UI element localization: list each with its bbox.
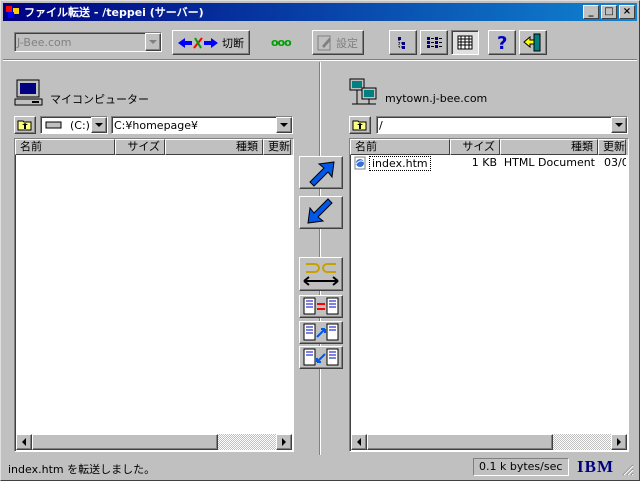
local-scroll-right-button[interactable]	[276, 434, 292, 450]
local-col-size[interactable]: サイズ	[115, 139, 165, 155]
mirror-download-icon	[303, 348, 339, 366]
tree-view-button[interactable]	[389, 30, 417, 55]
mirror-both-button[interactable]	[299, 295, 343, 318]
tree-view-icon	[398, 37, 405, 49]
file-size: 1 KB	[471, 156, 497, 169]
settings-label: 設定	[336, 36, 358, 50]
remote-path-arrow[interactable]	[611, 117, 627, 133]
mirror-upload-icon	[303, 323, 339, 341]
upload-button[interactable]	[299, 156, 343, 189]
local-drive-value: (C:)	[70, 118, 90, 132]
local-hscrollbar[interactable]	[16, 434, 292, 450]
mirror-download-button[interactable]	[299, 346, 343, 369]
help-button[interactable]: ?	[488, 30, 516, 55]
local-drive-combo[interactable]: (C:)	[40, 116, 108, 134]
download-arrow-icon	[307, 198, 333, 224]
list-view-icon	[427, 37, 442, 48]
right-arrow-icon	[617, 438, 621, 446]
sync-compare-button[interactable]	[299, 257, 343, 291]
remote-col-name[interactable]: 名前	[350, 139, 450, 155]
remote-hscrollbar[interactable]	[351, 434, 627, 450]
local-col-name[interactable]: 名前	[15, 139, 115, 155]
file-type: HTML Document	[503, 156, 595, 169]
connection-status-dots: ooo	[271, 36, 292, 49]
remote-col-type[interactable]: 種類	[500, 139, 598, 155]
list-view-button[interactable]	[420, 30, 448, 55]
remote-file-list[interactable]: 名前 サイズ 種類 更新 index.htm 1 KB HTML Documen…	[349, 138, 629, 452]
status-message: index.htm を転送しました。	[8, 463, 156, 476]
remote-scroll-right-button[interactable]	[611, 434, 627, 450]
local-scroll-thumb[interactable]	[32, 434, 218, 450]
remote-col-date[interactable]: 更新	[598, 139, 626, 155]
html-file-icon	[354, 156, 366, 170]
network-computer-icon	[349, 78, 377, 105]
maximize-button[interactable]: □	[601, 5, 617, 19]
remote-up-folder-button[interactable]	[349, 116, 371, 134]
sync-compare-icon	[303, 263, 339, 286]
file-name: index.htm	[369, 155, 431, 171]
local-up-folder-button[interactable]	[14, 116, 36, 134]
local-title: マイコンピューター	[50, 93, 149, 106]
mirror-both-icon	[303, 297, 339, 315]
local-path-combo[interactable]: C:¥homepage¥	[111, 116, 293, 134]
toolbar-divider	[3, 59, 637, 61]
local-drive-arrow[interactable]	[91, 117, 107, 133]
local-file-list[interactable]: 名前 サイズ 種類 更新	[14, 138, 294, 452]
remote-col-size[interactable]: サイズ	[450, 139, 500, 155]
mirror-upload-button[interactable]	[299, 321, 343, 344]
download-button[interactable]	[299, 196, 343, 229]
up-folder-icon	[352, 120, 367, 131]
resize-grip-icon[interactable]	[622, 464, 634, 476]
exit-button[interactable]	[519, 30, 547, 55]
transfer-speed-value: 0.1 k bytes/sec	[479, 460, 563, 473]
exit-door-icon	[523, 33, 541, 52]
local-scroll-track[interactable]	[218, 434, 276, 450]
site-combo[interactable]: J-Bee.com	[14, 32, 162, 52]
up-folder-icon	[17, 120, 32, 131]
remote-path-combo[interactable]: /	[376, 116, 628, 134]
ibm-logo: IBM	[577, 457, 614, 476]
remote-scroll-left-button[interactable]	[351, 434, 367, 450]
left-arrow-icon	[357, 438, 361, 446]
close-button[interactable]: ×	[619, 5, 635, 19]
transfer-speed: 0.1 k bytes/sec	[473, 458, 569, 476]
left-arrow-icon	[22, 438, 26, 446]
disconnect-icon	[178, 36, 218, 49]
details-view-icon	[457, 35, 473, 50]
local-scroll-left-button[interactable]	[16, 434, 32, 450]
help-icon: ?	[497, 33, 507, 54]
disconnect-button[interactable]: 切断	[172, 30, 250, 55]
details-view-button[interactable]	[451, 30, 479, 55]
minimize-button[interactable]: _	[583, 5, 599, 19]
file-date: 03/0	[604, 156, 626, 169]
remote-title: mytown.j-bee.com	[385, 92, 488, 105]
svg-text:?: ?	[497, 33, 507, 54]
settings-icon	[317, 35, 331, 50]
disconnect-label: 切断	[222, 36, 244, 50]
local-path-value: C:¥homepage¥	[114, 118, 199, 132]
site-combo-value: J-Bee.com	[17, 35, 72, 49]
remote-path-value: /	[379, 118, 383, 132]
remote-list-header: 名前 サイズ 種類 更新	[350, 139, 628, 155]
drive-icon	[45, 121, 62, 129]
file-name-cell[interactable]: index.htm	[350, 155, 450, 171]
app-icon[interactable]	[5, 5, 21, 19]
table-row[interactable]: index.htm 1 KB HTML Document 03/0	[350, 155, 628, 171]
window-title: ファイル転送 - /teppei (サーバー)	[24, 6, 204, 19]
site-combo-arrow[interactable]	[145, 33, 161, 51]
title-bar[interactable]: ファイル転送 - /teppei (サーバー) _ □ ×	[3, 3, 637, 21]
local-path-arrow[interactable]	[276, 117, 292, 133]
right-arrow-icon	[282, 438, 286, 446]
remote-scroll-thumb[interactable]	[367, 434, 553, 450]
settings-button[interactable]: 設定	[312, 30, 364, 55]
my-computer-icon	[14, 79, 43, 106]
local-col-date[interactable]: 更新	[263, 139, 291, 155]
local-list-header: 名前 サイズ 種類 更新	[15, 139, 293, 155]
upload-arrow-icon	[309, 161, 335, 187]
local-col-type[interactable]: 種類	[165, 139, 263, 155]
remote-scroll-track[interactable]	[553, 434, 611, 450]
